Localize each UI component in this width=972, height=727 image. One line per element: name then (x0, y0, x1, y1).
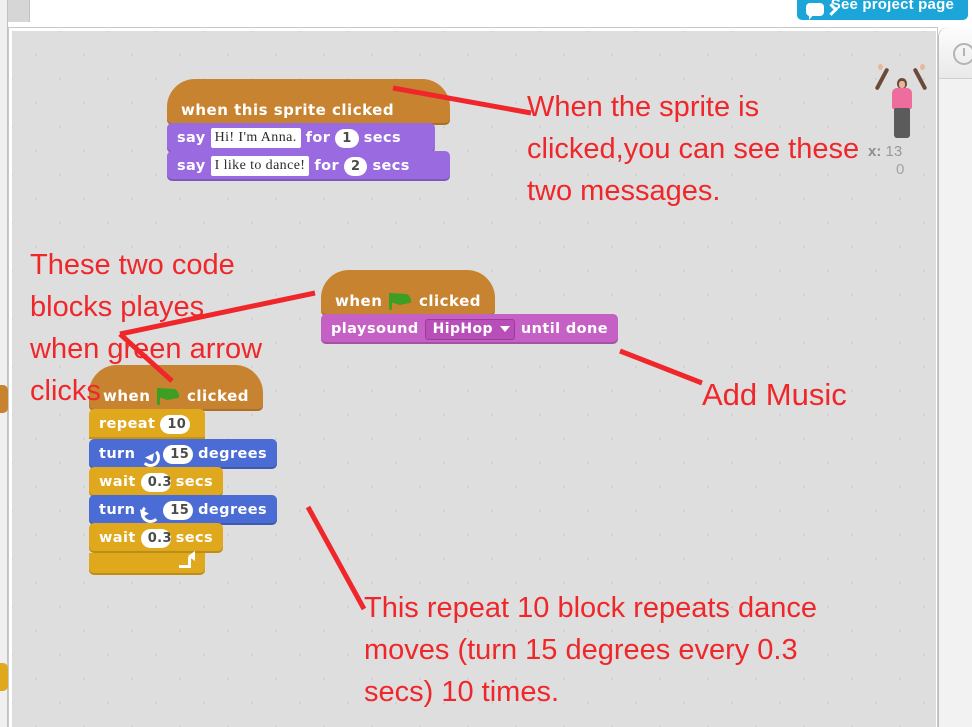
until-done-keyword: until done (520, 321, 608, 337)
palette-block-events[interactable] (0, 385, 8, 413)
loop-arrow-tip-icon (188, 551, 195, 561)
degrees-keyword: degrees (198, 446, 267, 462)
repeat-keyword: repeat (99, 416, 156, 432)
turn-cw-degrees-input[interactable]: 15 (163, 444, 194, 464)
annotation-two-code-blocks: These two code blocks playes when green … (30, 249, 263, 407)
script-when-flag-clicked-sound[interactable]: when clicked play sound HipHop until don… (321, 270, 618, 344)
repeat-body-blocks: turn 15 degrees wait 0.3 secs turn 15 de… (89, 439, 277, 553)
clock-icon (953, 43, 972, 65)
block-wait-1[interactable]: wait 0.3 secs (89, 467, 223, 497)
annotation-add-music: Add Music (702, 377, 847, 412)
arrow-to-add-music-note (619, 348, 703, 386)
hat-when-this-sprite-clicked[interactable]: when this sprite clicked (167, 79, 450, 125)
see-project-page-button[interactable]: See project page (796, 0, 968, 20)
hat-when-green-flag-clicked-1[interactable]: when clicked (321, 270, 495, 316)
scripts-canvas[interactable]: x: 13 0 when this sprite clicked say Hi!… (12, 31, 936, 727)
wait-secs-input-1[interactable]: 0.3 (140, 472, 172, 492)
say-keyword: say (177, 130, 206, 146)
repeat-times-input[interactable]: 10 (160, 414, 190, 434)
turn-keyword: turn (99, 502, 136, 518)
green-flag-icon (389, 293, 410, 310)
right-panel-header[interactable] (939, 27, 972, 79)
repeat-header[interactable]: repeat 10 (89, 409, 205, 439)
annotation-sprite-clicked: When the sprite is clicked,you can see t… (527, 91, 860, 207)
annotation-repeat-explain: This repeat 10 block repeats dance moves… (364, 592, 817, 708)
secs-keyword: secs (363, 130, 401, 146)
say-secs-input-1[interactable]: 1 (335, 128, 359, 148)
degrees-keyword: degrees (198, 502, 267, 518)
wait-secs-input-2[interactable]: 0.3 (140, 528, 172, 548)
clicked-keyword: clicked (418, 292, 481, 310)
play-keyword: play (331, 321, 367, 337)
secs-keyword: secs (175, 474, 213, 490)
block-play-sound-until-done[interactable]: play sound HipHop until done (321, 314, 618, 344)
say-keyword: say (177, 158, 206, 174)
hat-label: when this sprite clicked (181, 101, 395, 119)
sound-keyword: sound (367, 321, 419, 337)
say-secs-input-2[interactable]: 2 (344, 156, 368, 176)
block-turn-counterclockwise[interactable]: turn 15 degrees (89, 495, 277, 525)
sound-name-value: HipHop (432, 321, 493, 337)
block-palette-edge[interactable] (0, 0, 8, 727)
secs-keyword: secs (372, 158, 410, 174)
secs-keyword: secs (175, 530, 213, 546)
right-side-panel[interactable] (938, 27, 972, 727)
chevron-down-icon (499, 326, 510, 332)
for-keyword: for (305, 130, 331, 146)
block-repeat-loop[interactable]: repeat 10 turn 15 degrees wait 0.3 secs … (89, 409, 277, 575)
sprite-hand-right (920, 64, 925, 70)
turn-keyword: turn (99, 446, 136, 462)
say-message-input-1[interactable]: Hi! I'm Anna. (210, 128, 301, 148)
sound-name-dropdown[interactable]: HipHop (424, 318, 515, 340)
scripts-area-frame: x: 13 0 when this sprite clicked say Hi!… (8, 27, 938, 727)
wait-keyword: wait (99, 530, 136, 546)
see-project-page-label: See project page (830, 0, 954, 13)
when-keyword: when (335, 292, 383, 310)
wait-keyword: wait (99, 474, 136, 490)
block-wait-2[interactable]: wait 0.3 secs (89, 523, 223, 553)
top-bar: See project page (0, 0, 972, 22)
scratch-editor-screenshot: See project page x: 13 0 when this sprit… (0, 0, 972, 727)
palette-block-control[interactable] (0, 663, 8, 691)
repeat-footer[interactable] (89, 551, 205, 575)
speech-bubble-icon (805, 3, 824, 20)
block-say-for-secs-1[interactable]: say Hi! I'm Anna. for 1 secs (167, 123, 435, 153)
repeat-body: turn 15 degrees wait 0.3 secs turn 15 de… (89, 439, 277, 553)
turn-counterclockwise-icon (139, 501, 161, 523)
sprite-hand-left (878, 64, 883, 70)
say-message-input-2[interactable]: I like to dance! (210, 156, 310, 176)
block-turn-clockwise[interactable]: turn 15 degrees (89, 439, 277, 469)
block-say-for-secs-2[interactable]: say I like to dance! for 2 secs (167, 151, 450, 181)
for-keyword: for (314, 158, 339, 174)
turn-ccw-degrees-input[interactable]: 15 (163, 500, 194, 520)
script-when-this-sprite-clicked[interactable]: when this sprite clicked say Hi! I'm Ann… (167, 79, 450, 181)
turn-clockwise-icon (139, 445, 161, 467)
arrow-to-repeat-note (305, 505, 367, 611)
